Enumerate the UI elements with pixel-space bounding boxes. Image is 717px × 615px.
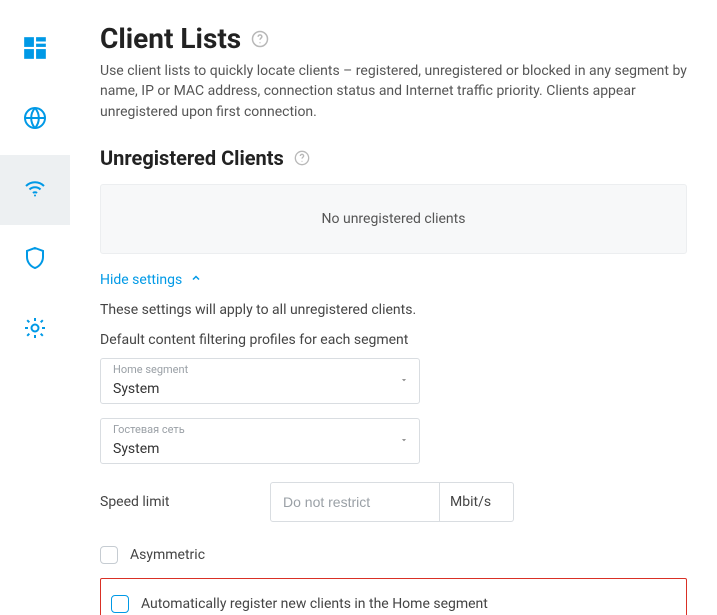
speed-limit-input[interactable]	[270, 482, 440, 522]
help-icon[interactable]	[251, 30, 269, 48]
toggle-label: Hide settings	[100, 272, 182, 288]
asymmetric-row[interactable]: Asymmetric	[100, 540, 687, 570]
page-title-text: Client Lists	[100, 22, 241, 55]
help-icon[interactable]	[294, 150, 310, 166]
select-float-label: Гостевая сеть	[113, 423, 185, 436]
autoregister-highlight: Automatically register new clients in th…	[100, 578, 687, 615]
segment-select-home[interactable]: Home segment System	[100, 358, 420, 404]
sidebar-item-dashboard[interactable]	[0, 15, 70, 85]
page-title: Client Lists	[100, 22, 687, 55]
autoregister-label: Automatically register new clients in th…	[141, 596, 488, 612]
unit-value: Mbit/s	[450, 494, 491, 510]
shield-icon	[23, 246, 47, 274]
globe-icon	[23, 106, 47, 134]
section-title-unregistered: Unregistered Clients	[100, 146, 687, 170]
sidebar-item-settings[interactable]	[0, 295, 70, 365]
segment-select-guest[interactable]: Гостевая сеть System	[100, 418, 420, 464]
empty-text: No unregistered clients	[322, 211, 466, 227]
page-description: Use client lists to quickly locate clien…	[100, 61, 687, 122]
autoregister-row[interactable]: Automatically register new clients in th…	[111, 589, 676, 615]
sidebar	[0, 0, 70, 615]
filtering-label: Default content filtering profiles for e…	[100, 332, 687, 348]
settings-note: These settings will apply to all unregis…	[100, 302, 687, 318]
asymmetric-label: Asymmetric	[130, 547, 205, 563]
speed-limit-label: Speed limit	[100, 494, 270, 510]
main-content: Client Lists Use client lists to quickly…	[70, 0, 717, 615]
gear-icon	[23, 316, 47, 344]
sidebar-item-security[interactable]	[0, 225, 70, 295]
asymmetric-checkbox[interactable]	[100, 546, 118, 564]
chevron-down-icon	[399, 373, 409, 389]
sidebar-item-internet[interactable]	[0, 85, 70, 155]
chevron-down-icon	[399, 433, 409, 449]
speed-unit-select[interactable]: Mbit/s	[440, 482, 514, 522]
chevron-up-icon	[190, 272, 202, 288]
dashboard-icon	[22, 35, 48, 65]
unregistered-empty-state: No unregistered clients	[100, 184, 687, 254]
section-title-text: Unregistered Clients	[100, 146, 284, 170]
speed-limit-row: Speed limit Mbit/s	[100, 482, 687, 522]
sidebar-item-wifi[interactable]	[0, 155, 70, 225]
select-float-label: Home segment	[113, 363, 188, 376]
autoregister-checkbox[interactable]	[111, 595, 129, 613]
wifi-icon	[23, 176, 47, 204]
hide-settings-toggle[interactable]: Hide settings	[100, 272, 202, 288]
